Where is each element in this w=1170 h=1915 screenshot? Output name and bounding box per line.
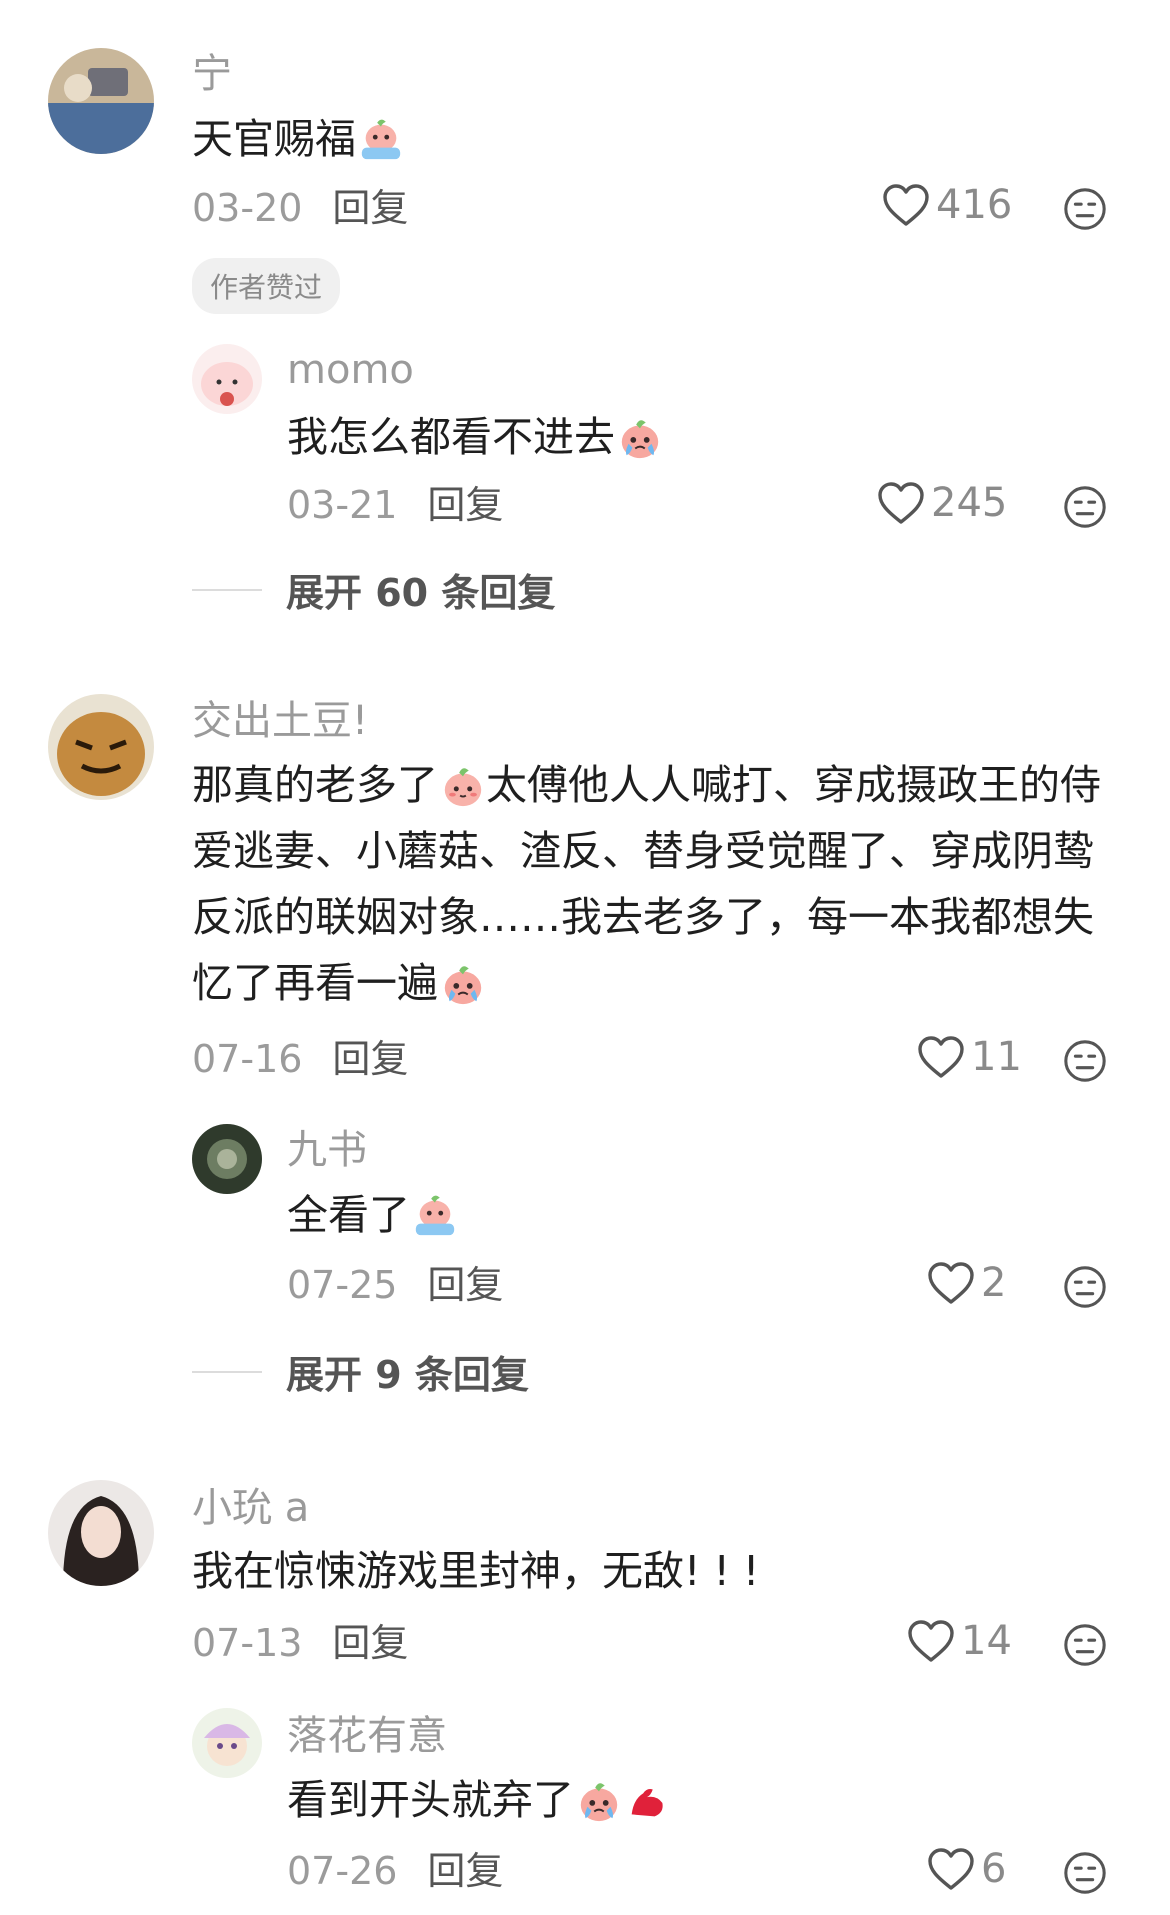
reply-button[interactable]: 回复 <box>332 1037 408 1081</box>
peach-blush-emoji <box>440 763 486 809</box>
expand-label: 展开 9 条回复 <box>286 1353 529 1397</box>
comment-line: 爱逃妻、小蘑菇、渣反、替身受觉醒了、穿成阴鸷 <box>192 827 1094 875</box>
comment-meta: 03-20 回复 <box>192 185 408 231</box>
username[interactable]: 交出土豆! <box>192 697 368 745</box>
like-count: 6 <box>981 1846 1007 1892</box>
expand-replies-button[interactable]: 展开 9 条回复 <box>192 1344 529 1399</box>
divider <box>192 588 262 591</box>
comment-text: 那真的老多了 太傅他人人喊打、穿成摄政王的侍 爱逃妻、小蘑菇、渣反、替身受觉醒了、… <box>192 752 1122 1016</box>
avatar[interactable] <box>48 694 154 800</box>
reply-meta: 07-25 回复 <box>287 1262 503 1308</box>
comment-line-text: 忆了再看一遍 <box>192 959 438 1007</box>
reply-date: 07-25 <box>287 1263 398 1307</box>
like-button[interactable]: 416 <box>882 182 1012 228</box>
reply-body: 看到开头就弃了 <box>287 1776 574 1824</box>
comment-text: 我在惊悚游戏里封神，无敌! ! ! <box>192 1538 759 1604</box>
dislike-face-icon[interactable] <box>1062 186 1108 232</box>
reply-button[interactable]: 回复 <box>427 1849 503 1893</box>
comment-line-text: 太傅他人人喊打、穿成摄政王的侍 <box>486 761 1101 809</box>
reply-date: 03-21 <box>287 483 398 527</box>
avatar[interactable] <box>192 1124 262 1194</box>
dislike-face-icon[interactable] <box>1062 1622 1108 1668</box>
peach-tub-emoji <box>358 117 404 163</box>
peach-crying-emoji <box>576 1778 622 1824</box>
like-count: 11 <box>971 1034 1022 1080</box>
reply-text: 全看了 <box>287 1182 458 1248</box>
like-count: 2 <box>981 1260 1007 1306</box>
username[interactable]: 小玧 a <box>192 1484 309 1532</box>
dislike-face-icon[interactable] <box>1062 1850 1108 1896</box>
dislike-face-icon[interactable] <box>1062 1264 1108 1310</box>
comment-date: 07-13 <box>192 1621 303 1665</box>
expand-replies-button[interactable]: 展开 60 条回复 <box>192 562 555 617</box>
reply-button[interactable]: 回复 <box>427 483 503 527</box>
comment-text: 天官赐福 <box>192 106 404 172</box>
reply-text: 看到开头就弃了 <box>287 1767 670 1833</box>
comment-line: 忆了再看一遍 <box>192 950 1122 1016</box>
reply-button[interactable]: 回复 <box>427 1263 503 1307</box>
username[interactable]: 宁 <box>192 50 232 98</box>
comment-meta: 07-16 回复 <box>192 1036 408 1082</box>
divider <box>192 1370 262 1373</box>
reply-meta: 07-26 回复 <box>287 1848 503 1894</box>
heart-icon <box>907 1619 955 1663</box>
author-liked-badge: 作者赞过 <box>192 258 341 314</box>
reply-button[interactable]: 回复 <box>332 1621 408 1665</box>
heart-icon <box>927 1847 975 1891</box>
like-button[interactable]: 14 <box>907 1618 1012 1664</box>
comment-line: 那真的老多了 太傅他人人喊打、穿成摄政王的侍 <box>192 752 1122 818</box>
username[interactable]: 落花有意 <box>287 1712 447 1760</box>
like-button[interactable]: 6 <box>927 1846 1006 1892</box>
comment-date: 07-16 <box>192 1037 303 1081</box>
like-button[interactable]: 245 <box>877 480 1007 526</box>
username[interactable]: 九书 <box>287 1126 367 1174</box>
like-button[interactable]: 11 <box>917 1034 1022 1080</box>
reply-date: 07-26 <box>287 1849 398 1893</box>
like-count: 245 <box>931 480 1008 526</box>
heart-icon <box>877 481 925 525</box>
reply-text: 我怎么都看不进去 <box>287 404 663 470</box>
like-count: 14 <box>961 1618 1012 1664</box>
reply-body: 我怎么都看不进去 <box>287 413 615 461</box>
avatar[interactable] <box>48 48 154 154</box>
dislike-face-icon[interactable] <box>1062 1038 1108 1084</box>
reply-body: 全看了 <box>287 1191 410 1239</box>
heart-icon <box>927 1261 975 1305</box>
peach-tub-emoji <box>412 1193 458 1239</box>
expand-label: 展开 60 条回复 <box>286 571 556 615</box>
comment-line-text: 那真的老多了 <box>192 761 438 809</box>
reply-meta: 03-21 回复 <box>287 482 503 528</box>
avatar[interactable] <box>192 344 262 414</box>
peach-crying-emoji <box>440 961 486 1007</box>
reply-button[interactable]: 回复 <box>332 186 408 230</box>
like-count: 416 <box>936 182 1013 228</box>
dislike-face-icon[interactable] <box>1062 484 1108 530</box>
comment-meta: 07-13 回复 <box>192 1620 408 1666</box>
comment-thread: 宁 天官赐福 03-20 回复 416 作者赞过 momo 我怎么都看不进去 03… <box>0 0 1170 1915</box>
comment-line: 反派的联姻对象……我去老多了，每一本我都想失 <box>192 893 1094 941</box>
comment-date: 03-20 <box>192 186 303 230</box>
username[interactable]: momo <box>287 346 414 394</box>
flexed-arm-emoji <box>624 1778 670 1824</box>
avatar[interactable] <box>48 1480 154 1586</box>
peach-crying-emoji <box>617 415 663 461</box>
comment-body: 天官赐福 <box>192 115 356 163</box>
heart-icon <box>917 1035 965 1079</box>
comment-body: 我在惊悚游戏里封神，无敌! ! ! <box>192 1547 760 1595</box>
heart-icon <box>882 183 930 227</box>
like-button[interactable]: 2 <box>927 1260 1006 1306</box>
avatar[interactable] <box>192 1708 262 1778</box>
